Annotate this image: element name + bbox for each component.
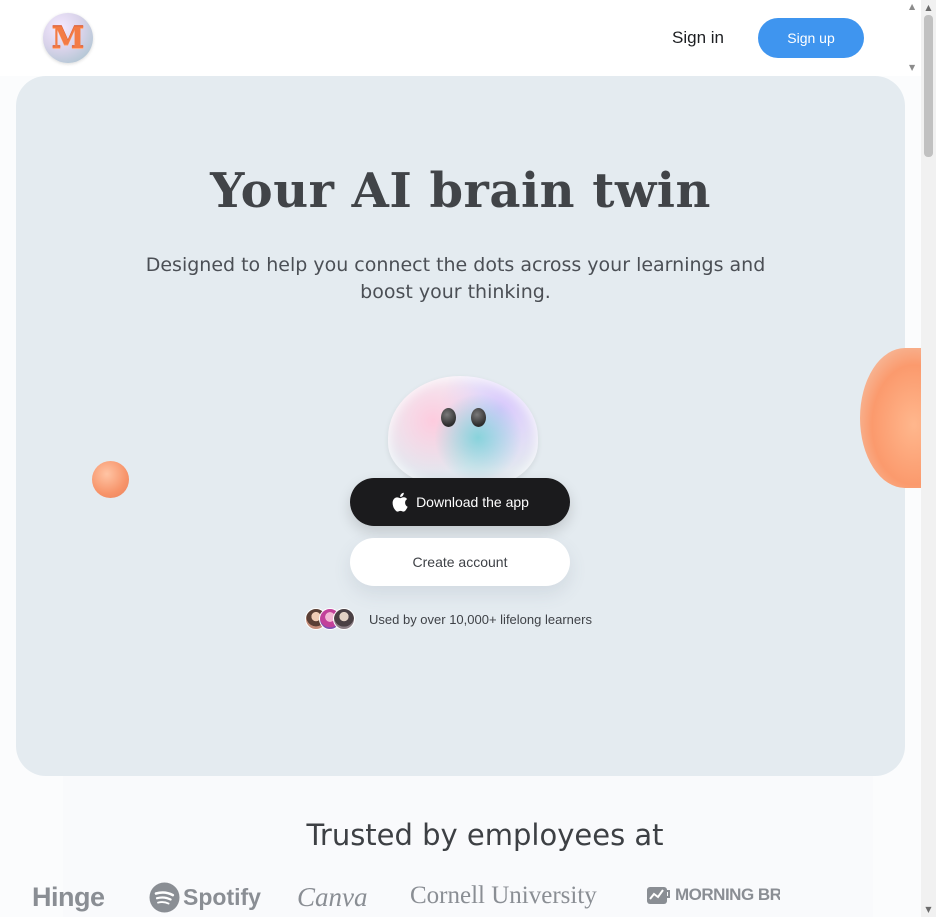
brand-logo-canva: Canva	[297, 882, 368, 912]
scroll-thumb[interactable]	[924, 15, 933, 157]
hero-title: Your AI brain twin	[210, 163, 711, 219]
brand-logo-morning-brew-text: MORNING BR	[675, 885, 780, 904]
create-account-button[interactable]: Create account	[350, 538, 570, 586]
brand-logo-hinge: Hinge	[32, 882, 105, 912]
logo[interactable]: M	[43, 13, 93, 63]
download-app-label: Download the app	[416, 494, 529, 510]
inner-scroll-indicator: ▲ ▼	[906, 0, 921, 76]
brand-logos: Hinge Spotify Canva Cornell University M…	[0, 876, 780, 917]
inner-scroll-down-icon[interactable]: ▼	[909, 63, 915, 72]
inner-scroll-up-icon[interactable]: ▲	[909, 2, 915, 11]
brand-logo-morning-brew: MORNING BR	[645, 882, 780, 908]
logo-mark: M	[51, 20, 85, 56]
page: M Sign in Sign up Your AI brain twin Des…	[0, 0, 921, 917]
hero-subtitle: Designed to help you connect the dots ac…	[145, 254, 766, 303]
avatar	[333, 608, 355, 630]
social-proof-text: Used by over 10,000+ lifelong learners	[369, 611, 592, 627]
scroll-down-arrow-icon[interactable]: ▼	[921, 902, 936, 917]
mascot-eye-left	[441, 408, 456, 427]
brand-logo-cornell: Cornell University	[410, 882, 597, 909]
download-app-button[interactable]: Download the app	[350, 478, 570, 526]
spotify-icon	[149, 882, 180, 913]
top-nav: M Sign in Sign up	[0, 0, 921, 76]
sign-up-button[interactable]: Sign up	[758, 18, 864, 58]
mascot-eye-right	[471, 408, 486, 427]
avatar-group	[305, 608, 357, 630]
apple-icon	[392, 492, 408, 512]
brand-logo-spotify-text: Spotify	[183, 884, 261, 910]
scroll-up-arrow-icon[interactable]: ▲	[921, 0, 936, 15]
social-proof: Used by over 10,000+ lifelong learners	[305, 608, 592, 630]
decorative-blob-left	[92, 461, 129, 498]
trusted-title: Trusted by employees at	[306, 818, 664, 852]
morning-brew-icon	[647, 887, 670, 904]
page-scrollbar[interactable]: ▲ ▼	[921, 0, 936, 917]
sign-in-link[interactable]: Sign in	[672, 26, 724, 50]
brand-logo-spotify: Spotify	[149, 882, 261, 913]
